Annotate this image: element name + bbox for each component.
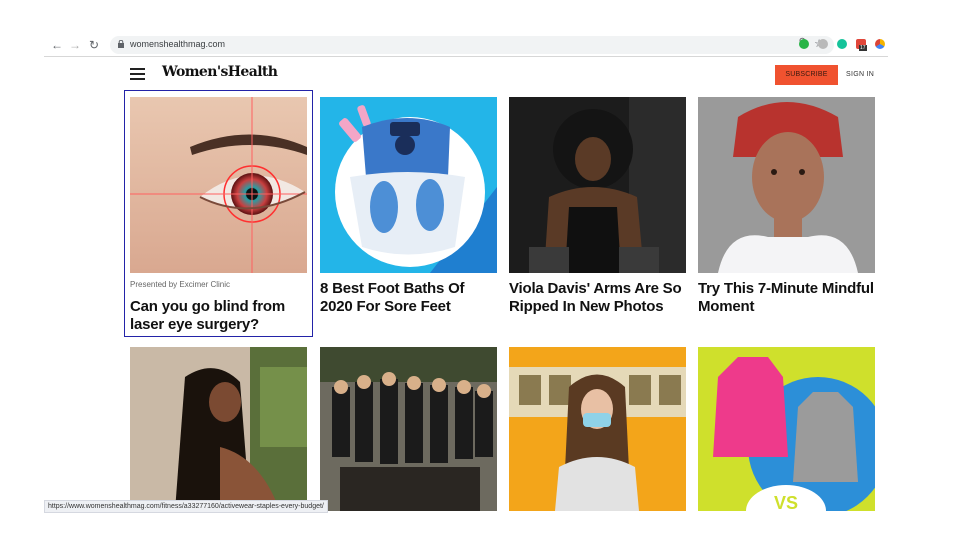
lock-icon: [118, 40, 124, 48]
forward-arrow-icon[interactable]: →: [68, 37, 82, 53]
group-photo-image[interactable]: [320, 347, 497, 511]
foot-bath-image[interactable]: [320, 97, 497, 273]
mask-woman-image[interactable]: [509, 347, 686, 511]
focus-outline: [124, 90, 313, 337]
address-bar[interactable]: womenshealthmag.com ⚲ ☆: [110, 36, 834, 54]
activewear-image[interactable]: VS: [698, 347, 875, 511]
article-title[interactable]: 8 Best Foot Baths Of 2020 For Sore Feet: [320, 280, 497, 316]
address-url: womenshealthmag.com: [130, 39, 226, 49]
article-title[interactable]: Viola Davis' Arms Are So Ripped In New P…: [509, 280, 686, 316]
browser-toolbar: ← → ↻ womenshealthmag.com ⚲ ☆ 17: [44, 34, 888, 57]
back-arrow-icon[interactable]: ←: [50, 37, 64, 53]
extension-green-icon[interactable]: [799, 39, 809, 49]
viola-davis-image[interactable]: [509, 97, 686, 273]
sign-in-link[interactable]: SIGN IN: [846, 71, 874, 78]
subscribe-button[interactable]: SUBSCRIBE: [775, 65, 838, 85]
article-title[interactable]: Try This 7-Minute Mindful Moment: [698, 280, 875, 316]
menu-icon[interactable]: [130, 68, 145, 80]
status-bar-url: https://www.womenshealthmag.com/fitness/…: [44, 500, 328, 513]
vs-badge: VS: [774, 493, 798, 511]
grammarly-icon[interactable]: [837, 39, 847, 49]
site-logo[interactable]: Women'sHealth: [162, 64, 278, 80]
reload-icon[interactable]: ↻: [87, 37, 101, 53]
mindful-moment-image[interactable]: [698, 97, 875, 273]
extension-colorwheel-icon[interactable]: [875, 39, 885, 49]
extension-badge: 17: [859, 45, 867, 51]
lizzo-image[interactable]: [130, 347, 307, 511]
extension-gray-icon[interactable]: [818, 39, 828, 49]
